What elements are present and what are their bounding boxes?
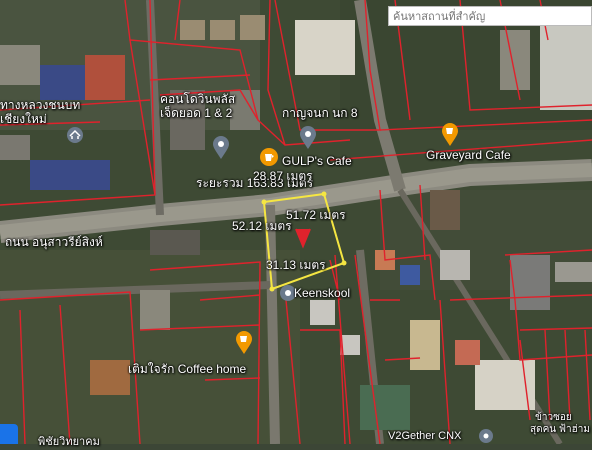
label-kanjanok: กาญจนก นก 8 bbox=[282, 106, 358, 120]
cafe-icon[interactable] bbox=[234, 330, 254, 354]
label-school: ทางหลวงชนบท เชียงใหม่ bbox=[0, 98, 81, 126]
map-control-button[interactable] bbox=[0, 424, 18, 444]
measure-left-edge: 52.12 เมตร bbox=[232, 219, 292, 233]
label-v2gether: V2Gether CNX bbox=[388, 430, 462, 442]
cafe-icon[interactable] bbox=[440, 122, 460, 146]
poi-marker-icon[interactable] bbox=[478, 428, 498, 448]
label-restaurant: สุดคน ฟ้าฮ่าม bbox=[530, 424, 590, 435]
label-condo: คอนโดวินพลัส เจ็ดยอด 1 & 2 bbox=[160, 92, 236, 120]
poi-marker-icon[interactable] bbox=[211, 135, 231, 159]
search-input[interactable] bbox=[389, 8, 591, 26]
label-keenskool: Keenskool bbox=[294, 286, 351, 300]
label-graveyard-cafe: Graveyard Cafe bbox=[426, 148, 511, 162]
label-bottom-left: พิชัยวิทยาคม bbox=[38, 436, 100, 448]
label-road: ถนน อนุสาวรีย์สิงห์ bbox=[5, 235, 103, 249]
school-icon[interactable] bbox=[65, 125, 85, 145]
measure-bottom-edge: 31.13 เมตร bbox=[266, 258, 326, 272]
poi-marker-icon[interactable] bbox=[298, 125, 318, 149]
measure-right-edge: 51.72 เมตร bbox=[286, 208, 346, 222]
cafe-icon[interactable] bbox=[259, 147, 279, 167]
search-box[interactable] bbox=[388, 6, 592, 26]
measure-top-edge: 28.87 เมตร bbox=[253, 169, 313, 183]
label-gulps-cafe: GULP's Cafe bbox=[282, 154, 352, 168]
label-coffee-home: เติมใจรัก Coffee home bbox=[128, 362, 247, 376]
